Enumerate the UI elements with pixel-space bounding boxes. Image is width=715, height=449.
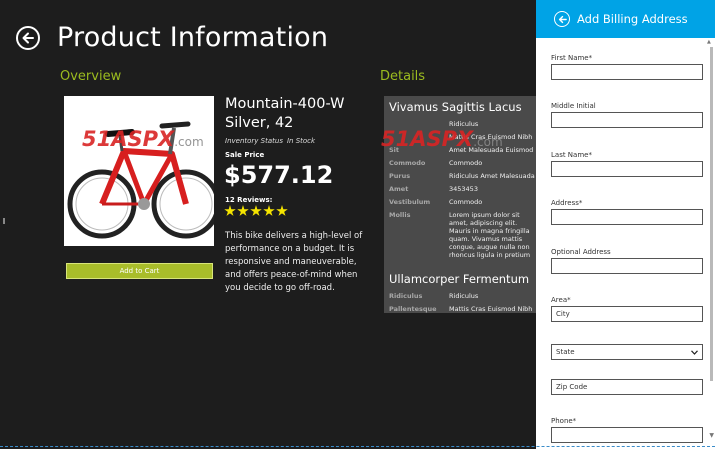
- back-arrow-icon: [22, 32, 34, 44]
- detail-row: Ridiculus: [384, 118, 536, 131]
- detail-row: Commodo Commodo: [384, 157, 536, 170]
- inventory-label: Inventory Status: [225, 137, 283, 145]
- price: $577.12: [224, 161, 334, 189]
- detail-value: 3453453: [449, 185, 478, 193]
- star-rating: [224, 205, 288, 217]
- first-name-label: First Name*: [551, 54, 593, 62]
- star-icon: [250, 205, 262, 216]
- detail-value: Mattis Cras Euismod Nibh: [449, 133, 533, 141]
- detail-key: [389, 133, 449, 141]
- area-group: Area* City: [551, 296, 703, 322]
- details-group-1: Ridiculus Mattis Cras Euismod Nibh Sit Amet…: [384, 118, 536, 262]
- edge-indicator: [3, 218, 5, 224]
- detail-row: Sit Amet Malesuada Euismod Elit: [384, 144, 536, 157]
- detail-row: Ridiculus Ridiculus: [384, 290, 536, 303]
- product-image: [64, 96, 214, 246]
- detail-value: Ridiculus Amet Malesuada Elit: [449, 172, 536, 180]
- back-arrow-icon: [558, 15, 567, 23]
- back-button[interactable]: [16, 26, 40, 50]
- last-name-label: Last Name*: [551, 151, 592, 159]
- detail-value: Lorem ipsum dolor sit amet, adipiscing e…: [449, 211, 531, 259]
- phone-field[interactable]: [551, 427, 703, 443]
- detail-key: Pallentesque: [389, 305, 437, 313]
- bottom-divider: [0, 446, 715, 447]
- scroll-up-arrow-icon[interactable]: ▲: [707, 39, 713, 45]
- details-group-title: Vivamus Sagittis Lacus: [389, 100, 522, 114]
- star-icon: [224, 205, 236, 216]
- reviews-count[interactable]: 12 Reviews:: [225, 196, 272, 204]
- middle-initial-field[interactable]: [551, 112, 703, 128]
- state-select[interactable]: State: [551, 344, 703, 360]
- billing-back-button[interactable]: [554, 11, 570, 27]
- bicycle-icon: [67, 121, 214, 239]
- detail-key: Commodo: [389, 159, 426, 167]
- last-name-group: Last Name*: [551, 151, 703, 177]
- phone-label: Phone*: [551, 417, 577, 425]
- middle-initial-group: Middle Initial: [551, 102, 703, 128]
- details-heading: Details: [380, 69, 426, 84]
- address-label: Address*: [551, 199, 583, 207]
- inventory-status: Inventory Status In Stock: [225, 137, 315, 145]
- scrollbar-thumb[interactable]: [710, 47, 713, 381]
- address-group: Address*: [551, 199, 703, 225]
- first-name-field[interactable]: [551, 64, 703, 80]
- sale-price-label: Sale Price: [225, 151, 265, 159]
- detail-value: Ridiculus: [449, 120, 479, 128]
- zip-group: Zip Code: [551, 379, 703, 395]
- middle-initial-label: Middle Initial: [551, 102, 596, 110]
- detail-row: Amet 3453453: [384, 183, 536, 196]
- billing-form: First Name* Middle Initial Last Name* Ad…: [536, 38, 715, 449]
- detail-row: Vestibulum Commodo: [384, 196, 536, 209]
- detail-value: Amet Malesuada Euismod Elit: [449, 146, 536, 154]
- star-icon: [237, 205, 249, 216]
- detail-key: Vestibulum: [389, 198, 431, 206]
- detail-value: Ridiculus: [449, 292, 479, 300]
- detail-key: Amet: [389, 185, 409, 193]
- chevron-down-icon: [691, 349, 698, 355]
- detail-row: Pallentesque Mattis Cras Euismod Nibh: [384, 303, 536, 313]
- details-group-2: Ridiculus Ridiculus Pallentesque Mattis Cra…: [384, 290, 536, 313]
- billing-header: Add Billing Address: [536, 0, 715, 38]
- star-icon: [263, 205, 275, 216]
- add-to-cart-button[interactable]: Add to Cart: [66, 263, 213, 279]
- detail-row: Mattis Cras Euismod Nibh: [384, 131, 536, 144]
- detail-row: Mollis Lorem ipsum dolor sit amet, adipis…: [384, 209, 536, 262]
- scroll-down-arrow-icon[interactable]: ▼: [709, 432, 714, 439]
- detail-key: Purus: [389, 172, 411, 180]
- detail-value: Mattis Cras Euismod Nibh: [449, 305, 533, 313]
- billing-flyout: Add Billing Address First Name* Middle I…: [536, 0, 715, 449]
- first-name-group: First Name*: [551, 54, 703, 80]
- inventory-value: In Stock: [286, 137, 316, 145]
- optional-address-field[interactable]: [551, 258, 703, 274]
- details-panel: Vivamus Sagittis Lacus Ridiculus Mattis C…: [384, 96, 536, 313]
- state-select-value: State: [556, 348, 575, 356]
- last-name-field[interactable]: [551, 161, 703, 177]
- city-field[interactable]: City: [551, 306, 703, 322]
- detail-value: Commodo: [449, 159, 483, 167]
- detail-key: Ridiculus: [389, 292, 423, 300]
- overview-heading: Overview: [60, 69, 122, 84]
- address-field[interactable]: [551, 209, 703, 225]
- product-description: This bike delivers a high-level of perfo…: [225, 231, 363, 293]
- product-name: Mountain-400-W Silver, 42: [225, 96, 345, 131]
- state-group: State: [551, 344, 703, 360]
- detail-key: Mollis: [389, 211, 411, 219]
- billing-title: Add Billing Address: [577, 12, 688, 26]
- details-group-title: Ullamcorper Fermentum: [389, 272, 530, 286]
- zip-code-field[interactable]: Zip Code: [551, 379, 703, 395]
- detail-key: [389, 120, 449, 128]
- detail-row: Purus Ridiculus Amet Malesuada Elit: [384, 170, 536, 183]
- phone-group: Phone*: [551, 417, 703, 443]
- detail-key: Sit: [389, 146, 400, 154]
- page-title: Product Information: [57, 22, 329, 53]
- optional-address-label: Optional Address: [551, 248, 611, 256]
- detail-value: Commodo: [449, 198, 483, 206]
- star-icon: [276, 205, 288, 216]
- area-label: Area*: [551, 296, 571, 304]
- optional-address-group: Optional Address: [551, 248, 703, 274]
